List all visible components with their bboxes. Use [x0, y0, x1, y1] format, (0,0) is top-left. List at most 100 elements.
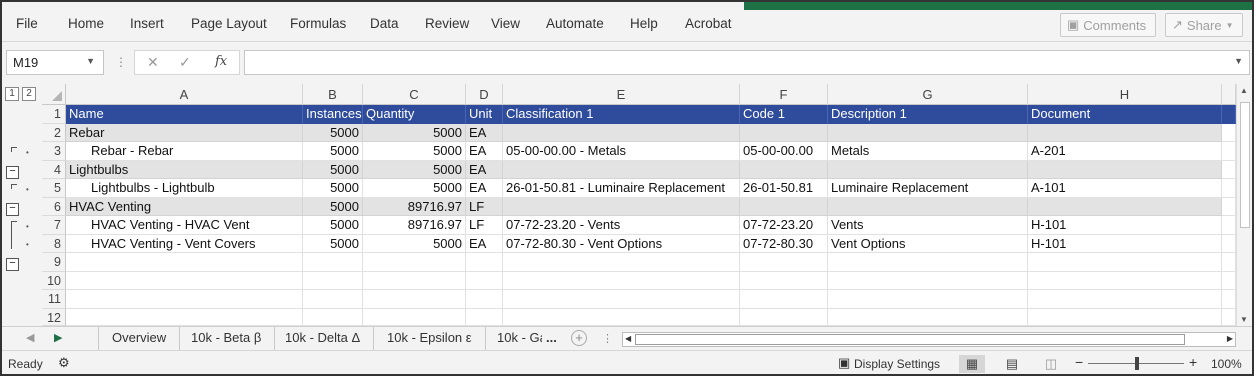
empty-cell[interactable]: [1222, 271, 1236, 290]
empty-cell[interactable]: [503, 253, 740, 272]
row-header[interactable]: 8: [42, 234, 66, 253]
column-header-i[interactable]: [1222, 84, 1236, 105]
group-cell-code[interactable]: [740, 197, 828, 216]
tab-view[interactable]: View: [491, 16, 520, 31]
comments-button[interactable]: ▣ Comments: [1060, 13, 1156, 37]
header-cell-description[interactable]: Description 1: [828, 105, 1028, 124]
empty-cell[interactable]: [303, 290, 363, 309]
empty-cell[interactable]: [1222, 308, 1236, 326]
empty-cell[interactable]: [503, 308, 740, 326]
row-header[interactable]: 11: [42, 290, 66, 309]
cell-name[interactable]: Rebar - Rebar: [66, 142, 303, 161]
cell-quantity[interactable]: 5000: [363, 142, 466, 161]
cell-description[interactable]: Vents: [828, 216, 1028, 235]
expand-formula-icon[interactable]: ▼: [1234, 56, 1243, 66]
empty-cell[interactable]: [828, 271, 1028, 290]
group-cell-code[interactable]: [740, 123, 828, 142]
row-header[interactable]: 4: [42, 160, 66, 179]
column-header-g[interactable]: G: [828, 84, 1028, 105]
empty-cell[interactable]: [503, 271, 740, 290]
name-box[interactable]: M19 ▼: [6, 50, 104, 75]
row-header[interactable]: 2: [42, 123, 66, 142]
drag-handle-icon[interactable]: ⋮: [115, 55, 127, 69]
scroll-right-icon[interactable]: ▶: [1227, 334, 1233, 343]
empty-cell[interactable]: [1222, 123, 1236, 142]
row-header[interactable]: 1: [42, 105, 66, 124]
group-cell-description[interactable]: [828, 123, 1028, 142]
cell-document[interactable]: A-201: [1028, 142, 1222, 161]
normal-view-icon[interactable]: ▦: [959, 355, 985, 373]
group-cell-document[interactable]: [1028, 197, 1222, 216]
cell-classification[interactable]: 07-72-80.30 - Vent Options: [503, 234, 740, 253]
empty-cell[interactable]: [1028, 290, 1222, 309]
row-header[interactable]: 3: [42, 142, 66, 161]
empty-cell[interactable]: [1222, 290, 1236, 309]
column-header-c[interactable]: C: [363, 84, 466, 105]
empty-cell[interactable]: [66, 290, 303, 309]
empty-cell[interactable]: [363, 253, 466, 272]
empty-cell[interactable]: [303, 253, 363, 272]
scroll-down-icon[interactable]: ▼: [1240, 315, 1248, 324]
cell-unit[interactable]: EA: [466, 234, 503, 253]
column-header-b[interactable]: B: [303, 84, 363, 105]
empty-cell[interactable]: [466, 253, 503, 272]
header-cell-instances[interactable]: Instances: [303, 105, 363, 124]
column-header-a[interactable]: A: [66, 84, 303, 105]
display-settings-icon[interactable]: ▣: [838, 355, 850, 371]
zoom-level[interactable]: 100%: [1211, 357, 1242, 371]
scroll-thumb[interactable]: [635, 334, 1185, 345]
column-header-h[interactable]: H: [1028, 84, 1222, 105]
tab-automate[interactable]: Automate: [546, 16, 604, 31]
header-cell-code[interactable]: Code 1: [740, 105, 828, 124]
empty-cell[interactable]: [740, 308, 828, 326]
empty-cell[interactable]: [740, 290, 828, 309]
empty-cell[interactable]: [1222, 142, 1236, 161]
group-cell-unit[interactable]: LF: [466, 197, 503, 216]
column-header-f[interactable]: F: [740, 84, 828, 105]
cell-name[interactable]: HVAC Venting - Vent Covers: [66, 234, 303, 253]
empty-cell[interactable]: [828, 308, 1028, 326]
group-cell-classification[interactable]: [503, 160, 740, 179]
collapse-rebar-button[interactable]: −: [6, 166, 19, 179]
column-header-e[interactable]: E: [503, 84, 740, 105]
scroll-left-icon[interactable]: ◀: [625, 334, 631, 343]
zoom-slider-knob[interactable]: [1135, 357, 1139, 370]
empty-cell[interactable]: [1222, 234, 1236, 253]
tab-home[interactable]: Home: [68, 16, 104, 31]
prev-sheet-icon[interactable]: ◀: [26, 331, 34, 344]
cell-document[interactable]: H-101: [1028, 234, 1222, 253]
tab-insert[interactable]: Insert: [130, 16, 164, 31]
group-cell-quantity[interactable]: 5000: [363, 123, 466, 142]
empty-cell[interactable]: [828, 253, 1028, 272]
cell-description[interactable]: Vent Options: [828, 234, 1028, 253]
outline-level-1-button[interactable]: 1: [5, 87, 19, 101]
tab-acrobat[interactable]: Acrobat: [685, 16, 732, 31]
collapse-lightbulbs-button[interactable]: −: [6, 203, 19, 216]
cell-quantity[interactable]: 5000: [363, 179, 466, 198]
tab-file[interactable]: File: [16, 16, 38, 31]
empty-cell[interactable]: [740, 253, 828, 272]
empty-cell[interactable]: [828, 290, 1028, 309]
row-header[interactable]: 12: [42, 308, 66, 326]
cell-quantity[interactable]: 5000: [363, 234, 466, 253]
group-cell-unit[interactable]: EA: [466, 123, 503, 142]
group-cell-name[interactable]: Lightbulbs: [66, 160, 303, 179]
empty-cell[interactable]: [1028, 253, 1222, 272]
page-break-view-icon[interactable]: ◫: [1038, 355, 1064, 373]
tab-data[interactable]: Data: [370, 16, 399, 31]
group-cell-quantity[interactable]: 5000: [363, 160, 466, 179]
sheet-tab-delta[interactable]: 10k - Delta Δ: [272, 327, 375, 350]
empty-cell[interactable]: [66, 271, 303, 290]
cell-instances[interactable]: 5000: [303, 234, 363, 253]
tab-splitter-handle[interactable]: ⋮: [602, 332, 613, 345]
row-header[interactable]: 7: [42, 216, 66, 235]
empty-cell[interactable]: [503, 290, 740, 309]
add-sheet-button[interactable]: +: [571, 330, 587, 346]
column-header-d[interactable]: D: [466, 84, 503, 105]
empty-cell[interactable]: [1222, 105, 1236, 124]
scroll-up-icon[interactable]: ▲: [1240, 86, 1248, 95]
empty-cell[interactable]: [1222, 216, 1236, 235]
outline-level-2-button[interactable]: 2: [22, 87, 36, 101]
group-cell-document[interactable]: [1028, 123, 1222, 142]
zoom-out-button[interactable]: −: [1075, 354, 1083, 370]
